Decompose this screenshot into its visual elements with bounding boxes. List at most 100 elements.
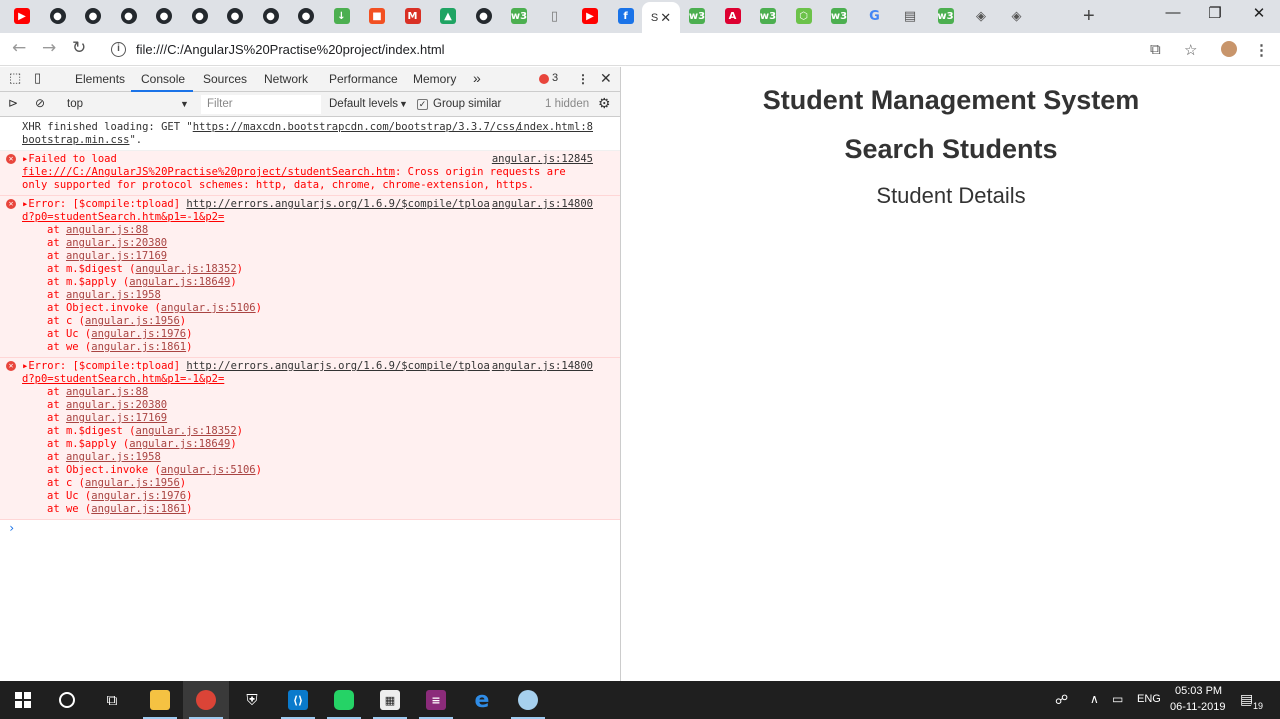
browser-tab[interactable]: w3 [822,3,856,29]
browser-tab[interactable]: w3 [502,3,536,29]
group-similar-checkbox[interactable]: ✓ [417,99,428,110]
message-source-link[interactable]: index.html:8 [517,121,593,134]
sidebar-toggle-icon[interactable]: ⊳ [8,96,18,110]
tab-performance[interactable]: Performance [329,72,398,86]
profile-avatar[interactable] [1221,41,1237,57]
close-tab-icon[interactable]: ✕ [660,10,671,26]
stack-frame-link[interactable]: angular.js:1976 [91,490,186,502]
browser-tab[interactable]: ● [183,3,217,29]
levels-dropdown-icon[interactable]: ▼ [399,99,408,109]
stack-frame-link[interactable]: angular.js:20380 [66,399,167,411]
taskbar-paint[interactable] [505,681,551,719]
taskbar-whatsapp[interactable] [321,681,367,719]
taskbar-edge[interactable]: e [459,681,505,719]
close-devtools-icon[interactable]: ✕ [600,70,612,87]
error-link[interactable]: http://errors.angularjs.org/1.6.9/$compi… [186,198,489,210]
browser-tab[interactable]: w3 [751,3,785,29]
browser-tab[interactable]: ● [467,3,501,29]
menu-icon[interactable]: ⋮ [1254,41,1269,59]
error-count-icon[interactable] [539,74,549,84]
reload-icon[interactable]: ↻ [72,38,86,58]
error-count[interactable]: 3 [552,72,558,84]
browser-tab[interactable]: ● [289,3,323,29]
browser-tab[interactable]: ▤ [893,3,927,29]
stack-frame-link[interactable]: angular.js:5106 [161,302,256,314]
browser-tab[interactable]: A [716,3,750,29]
new-tab-button[interactable]: + [1083,5,1095,28]
tab-network[interactable]: Network [264,72,308,86]
browser-tab[interactable]: ↓ [325,3,359,29]
clear-console-icon[interactable]: ⊘ [35,96,45,110]
stack-frame-link[interactable]: angular.js:1861 [91,341,186,353]
stack-frame-link[interactable]: angular.js:18649 [129,276,230,288]
stack-frame-link[interactable]: angular.js:1958 [66,451,161,463]
taskbar-chrome[interactable] [183,681,229,719]
translate-icon[interactable]: ⧉ [1150,41,1161,58]
tab-console[interactable]: Console [141,72,185,86]
message-source-link[interactable]: angular.js:12845 [492,153,593,166]
browser-tab[interactable]: ● [41,3,75,29]
taskbar-winrar[interactable]: ≡ [413,681,459,719]
stack-frame-link[interactable]: angular.js:18352 [136,263,237,275]
filter-input[interactable]: Filter [201,95,321,114]
browser-tab[interactable]: ▲ [431,3,465,29]
device-toolbar-icon[interactable]: ▯ [34,70,41,86]
devtools-menu-icon[interactable]: ⋮ [577,72,589,86]
search-button[interactable] [44,681,90,719]
clock-date[interactable]: 06-11-2019 [1170,701,1225,713]
stack-frame-link[interactable]: angular.js:18649 [129,438,230,450]
close-window-button[interactable]: ✕ [1236,4,1280,22]
taskbar-video-editor[interactable]: ▦ [367,681,413,719]
stack-frame-link[interactable]: angular.js:18352 [136,425,237,437]
forward-icon[interactable]: → [42,38,56,58]
tab-elements[interactable]: Elements [75,72,125,86]
stack-frame-link[interactable]: angular.js:17169 [66,412,167,424]
browser-tab[interactable]: ▶ [5,3,39,29]
console-prompt[interactable]: › [0,520,620,535]
people-icon[interactable]: ☍ [1055,692,1068,708]
start-button[interactable] [0,681,46,719]
browser-tab[interactable]: ▶ [573,3,607,29]
xhr-link-cont[interactable]: bootstrap.min.css [22,134,129,146]
browser-tab[interactable]: ⬡ [787,3,821,29]
stack-frame-link[interactable]: angular.js:88 [66,386,148,398]
browser-tab[interactable]: ● [218,3,252,29]
taskbar-file-explorer[interactable] [137,681,183,719]
browser-tab[interactable]: ● [76,3,110,29]
message-source-link[interactable]: angular.js:14800 [492,360,593,373]
browser-tab[interactable]: w3 [929,3,963,29]
active-tab[interactable]: S ✕ [642,2,680,33]
browser-tab[interactable]: ■ [360,3,394,29]
language-indicator[interactable]: ENG [1137,693,1161,705]
stack-frame-link[interactable]: angular.js:17169 [66,250,167,262]
taskbar-vscode[interactable]: ⟨⟩ [275,681,321,719]
context-select[interactable]: top [67,98,83,110]
error-link-cont[interactable]: d?p0=studentSearch.htm&p1=-1&p2= [22,211,224,223]
levels-select[interactable]: Default levels [329,98,398,110]
stack-frame-link[interactable]: angular.js:1958 [66,289,161,301]
tab-memory[interactable]: Memory [413,72,456,86]
stack-frame-link[interactable]: angular.js:1956 [85,315,180,327]
stack-frame-link[interactable]: angular.js:1861 [91,503,186,515]
error-link[interactable]: file:///C:/AngularJS%20Practise%20projec… [22,166,395,178]
stack-frame-link[interactable]: angular.js:1976 [91,328,186,340]
network-icon[interactable]: ▭ [1112,692,1123,706]
browser-tab[interactable]: f [609,3,643,29]
browser-tab[interactable]: ◈ [1000,3,1034,29]
browser-tab[interactable]: ● [147,3,181,29]
tab-sources[interactable]: Sources [203,72,247,86]
more-tabs-icon[interactable]: » [473,70,481,86]
stack-frame-link[interactable]: angular.js:20380 [66,237,167,249]
clock-time[interactable]: 05:03 PM [1175,685,1222,697]
error-link[interactable]: http://errors.angularjs.org/1.6.9/$compi… [186,360,489,372]
context-dropdown-icon[interactable]: ▼ [180,99,189,109]
show-hidden-icons[interactable]: ∧ [1090,692,1099,706]
minimize-button[interactable]: — [1150,4,1196,21]
browser-tab[interactable]: w3 [680,3,714,29]
browser-tab[interactable]: ● [254,3,288,29]
maximize-button[interactable]: ❐ [1192,4,1238,22]
taskbar-security[interactable]: ⛨ [229,681,275,719]
browser-tab[interactable]: ● [112,3,146,29]
bookmark-star-icon[interactable]: ☆ [1184,41,1197,59]
task-view-button[interactable]: ⧉ [89,681,135,719]
